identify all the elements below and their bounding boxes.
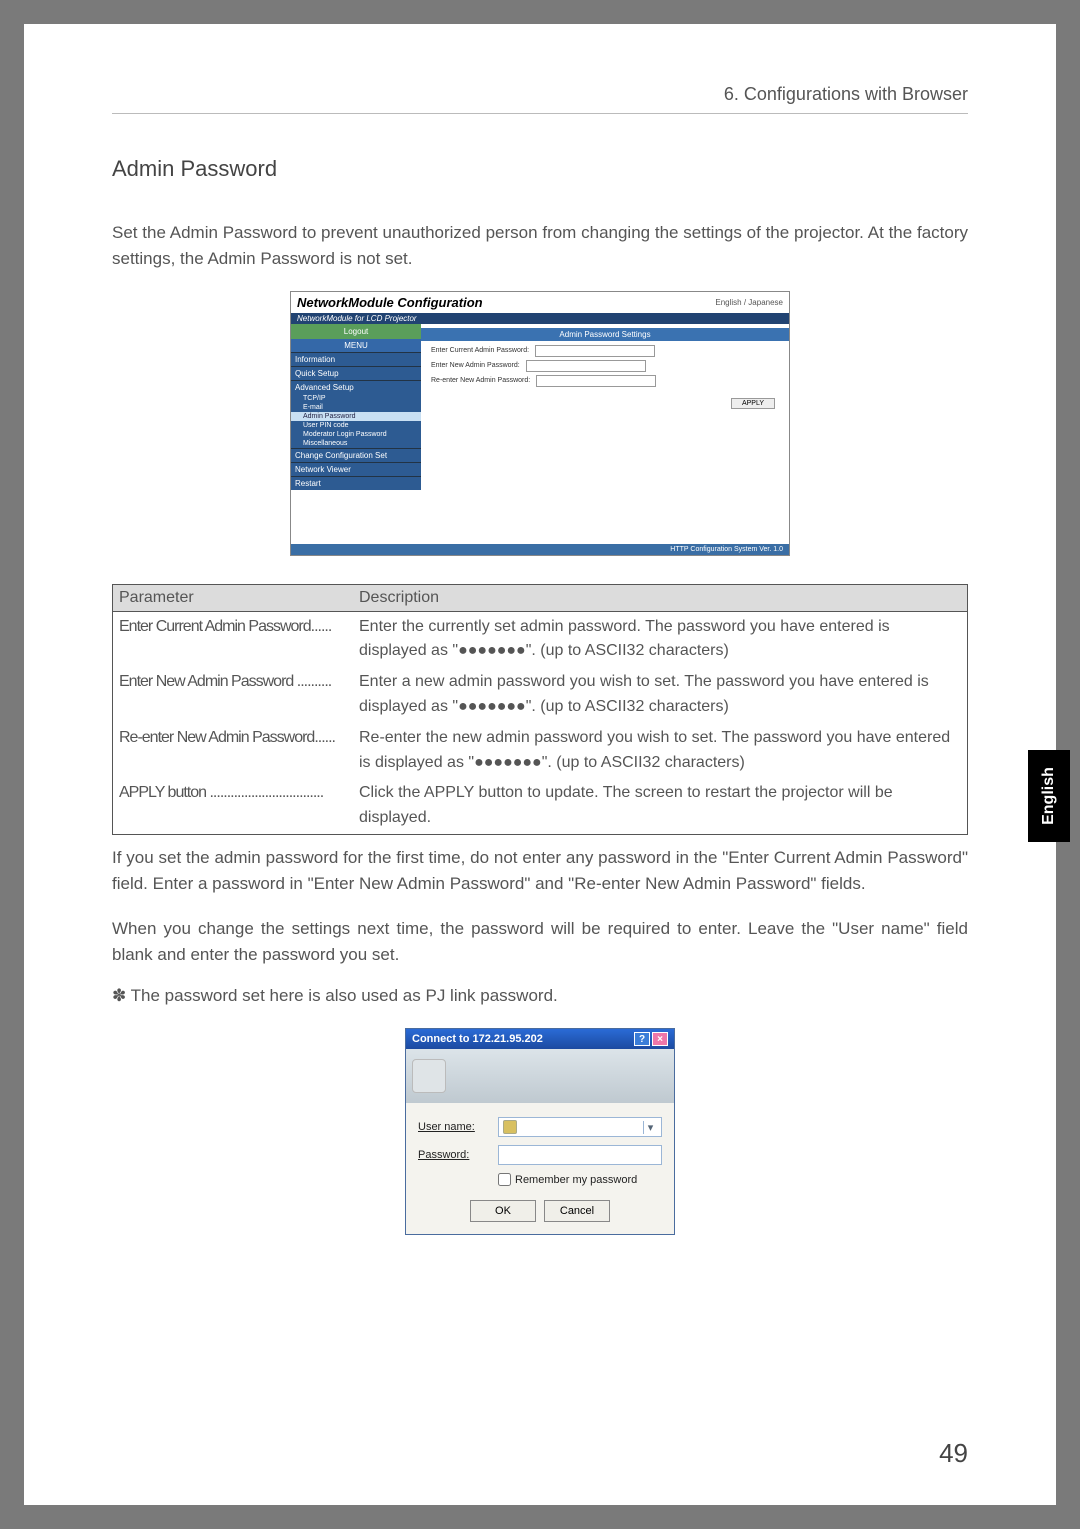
apply-button[interactable]: APPLY	[731, 398, 775, 409]
nav-restart[interactable]: Restart	[291, 476, 421, 490]
netmod-nav: Logout MENU Information Quick Setup Adva…	[291, 324, 421, 544]
table-row: Enter Current Admin Password...... Enter…	[113, 612, 967, 668]
nav-network-viewer[interactable]: Network Viewer	[291, 462, 421, 476]
password-field[interactable]	[498, 1145, 662, 1165]
nav-quick-setup[interactable]: Quick Setup	[291, 366, 421, 380]
param-col-parameter: Parameter	[113, 585, 353, 611]
nav-user-pin[interactable]: User PIN code	[291, 421, 421, 430]
networkmodule-screenshot: NetworkModule Configuration English / Ja…	[290, 291, 790, 556]
new-pw-label: Enter New Admin Password:	[431, 362, 520, 369]
language-tab: English	[1028, 750, 1070, 842]
section-title: Admin Password	[112, 156, 968, 182]
current-pw-input[interactable]	[535, 345, 655, 357]
user-icon	[503, 1120, 517, 1134]
after-text-1: If you set the admin password for the fi…	[112, 845, 968, 898]
page-header: 6. Configurations with Browser	[112, 84, 968, 114]
parameter-table: Parameter Description Enter Current Admi…	[112, 584, 968, 835]
auth-dialog: Connect to 172.21.95.202 ? × User name: …	[405, 1028, 675, 1235]
param-name: Re-enter New Admin Password......	[119, 726, 359, 776]
nav-tcpip[interactable]: TCP/IP	[291, 394, 421, 403]
reenter-pw-input[interactable]	[536, 375, 656, 387]
nav-email[interactable]: E-mail	[291, 403, 421, 412]
param-desc: Re-enter the new admin password you wish…	[359, 726, 961, 776]
nav-information[interactable]: Information	[291, 352, 421, 366]
param-desc: Enter a new admin password you wish to s…	[359, 670, 961, 720]
menu-label: MENU	[291, 339, 421, 352]
password-label: Password:	[418, 1149, 488, 1161]
username-label: User name:	[418, 1121, 488, 1133]
remember-label: Remember my password	[515, 1174, 637, 1186]
cancel-button[interactable]: Cancel	[544, 1200, 610, 1222]
close-icon[interactable]: ×	[652, 1032, 668, 1046]
table-row: Re-enter New Admin Password...... Re-ent…	[113, 723, 967, 779]
param-name: APPLY button ...........................…	[119, 781, 359, 831]
logout-button[interactable]: Logout	[291, 324, 421, 339]
page-number: 49	[939, 1438, 968, 1469]
username-field[interactable]: ▾	[498, 1117, 662, 1137]
table-row: APPLY button ...........................…	[113, 778, 967, 834]
param-col-description: Description	[353, 585, 967, 611]
new-pw-input[interactable]	[526, 360, 646, 372]
param-desc: Enter the currently set admin password. …	[359, 615, 961, 665]
param-desc: Click the APPLY button to update. The sc…	[359, 781, 961, 831]
current-pw-label: Enter Current Admin Password:	[431, 347, 529, 354]
dialog-banner	[406, 1049, 674, 1103]
param-name: Enter Current Admin Password......	[119, 615, 359, 665]
table-row: Enter New Admin Password .......... Ente…	[113, 667, 967, 723]
netmod-footer: HTTP Configuration System Ver. 1.0	[291, 544, 789, 555]
intro-text: Set the Admin Password to prevent unauth…	[112, 220, 968, 273]
reenter-pw-label: Re-enter New Admin Password:	[431, 377, 530, 384]
nav-admin-password[interactable]: Admin Password	[291, 412, 421, 421]
ok-button[interactable]: OK	[470, 1200, 536, 1222]
after-text-2: When you change the settings next time, …	[112, 916, 968, 969]
chevron-down-icon[interactable]: ▾	[643, 1121, 657, 1134]
note-text: ✽ The password set here is also used as …	[112, 986, 968, 1006]
nav-miscellaneous[interactable]: Miscellaneous	[291, 439, 421, 448]
panel-title: Admin Password Settings	[421, 328, 789, 341]
nav-moderator-password[interactable]: Moderator Login Password	[291, 430, 421, 439]
netmod-title: NetworkModule Configuration	[297, 295, 483, 310]
nav-advanced-setup[interactable]: Advanced Setup	[291, 380, 421, 394]
help-icon[interactable]: ?	[634, 1032, 650, 1046]
param-name: Enter New Admin Password ..........	[119, 670, 359, 720]
language-link[interactable]: English / Japanese	[715, 298, 783, 307]
dialog-title: Connect to 172.21.95.202	[412, 1033, 543, 1045]
keys-icon	[412, 1059, 446, 1093]
netmod-subtitle-bar: NetworkModule for LCD Projector	[291, 313, 789, 324]
nav-change-config[interactable]: Change Configuration Set	[291, 448, 421, 462]
remember-checkbox[interactable]	[498, 1173, 511, 1186]
